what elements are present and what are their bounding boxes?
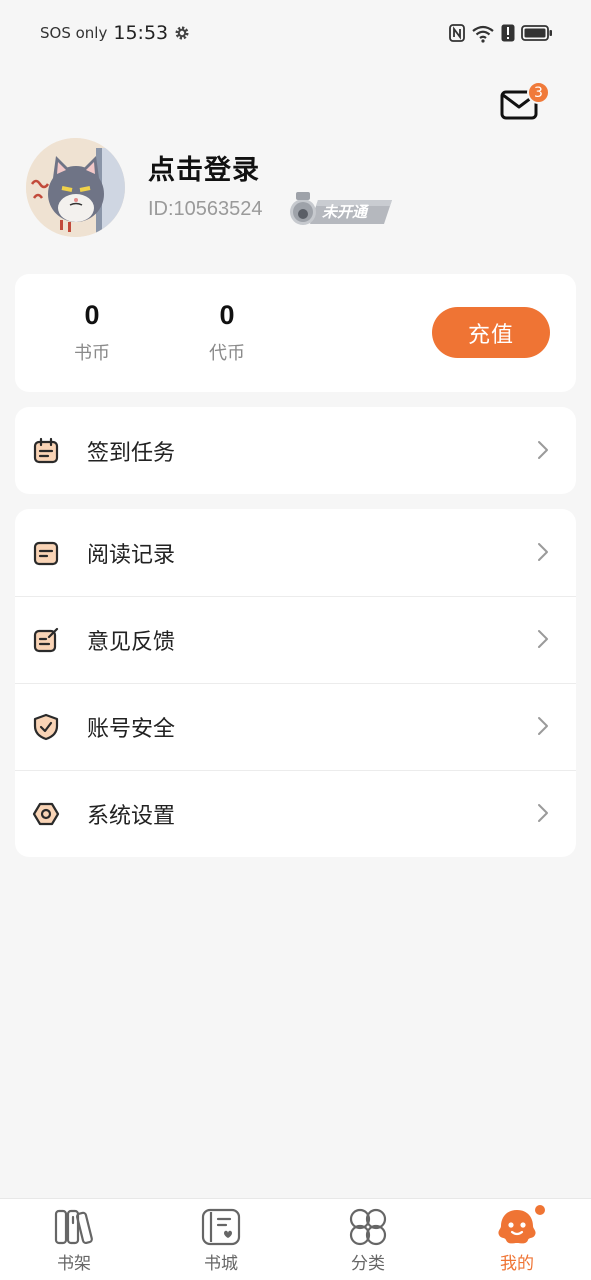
cat-avatar-icon — [26, 138, 125, 237]
menu-item-label: 账号安全 — [87, 717, 176, 742]
feedback-icon — [33, 627, 59, 653]
bookshelf-icon — [54, 1209, 93, 1245]
nav-label: 分类 — [351, 1254, 385, 1274]
wifi-icon — [472, 25, 494, 43]
nav-label: 我的 — [500, 1254, 534, 1274]
book-coins-value: 0 — [84, 300, 100, 330]
menu-item-label: 系统设置 — [87, 804, 176, 829]
nav-label: 书城 — [204, 1254, 238, 1274]
mine-icon — [498, 1210, 536, 1244]
reading-record-icon — [33, 541, 59, 566]
vouchers-label: 代币 — [209, 343, 245, 364]
recharge-button[interactable]: 充值 — [432, 307, 550, 358]
menu-item-account-security[interactable]: 账号安全 — [15, 683, 576, 770]
bottom-nav: 书架 书城 分类 我的 — [0, 1198, 591, 1280]
vip-status-label: 未开通 — [322, 203, 368, 221]
user-id: ID:10563524 — [148, 198, 263, 220]
nav-item-category[interactable]: 分类 — [328, 1207, 408, 1277]
carrier-text: SOS only — [40, 24, 108, 42]
status-bar: SOS only 15:53 — [0, 0, 591, 66]
chevron-right-icon — [538, 717, 548, 735]
status-right — [449, 22, 553, 44]
vouchers-value: 0 — [219, 300, 235, 330]
menu-item-system-settings[interactable]: 系统设置 — [15, 770, 576, 857]
checkin-label: 签到任务 — [87, 441, 176, 466]
login-prompt[interactable]: 点击登录 — [148, 148, 260, 187]
status-left: SOS only 15:53 — [40, 20, 190, 46]
chevron-right-icon — [538, 543, 548, 561]
chevron-right-icon — [538, 441, 548, 459]
clock: 15:53 — [113, 22, 169, 44]
book-coins-label: 书币 — [74, 343, 110, 364]
calendar-icon — [33, 437, 59, 464]
bookstore-icon — [201, 1208, 241, 1246]
signal-alert-icon — [501, 24, 515, 42]
nav-item-mine[interactable]: 我的 — [477, 1207, 557, 1277]
menu-card: 阅读记录 意见反馈 账号安全 系统设置 — [15, 509, 576, 857]
avatar[interactable] — [26, 138, 125, 237]
menu-item-feedback[interactable]: 意见反馈 — [15, 596, 576, 683]
chevron-right-icon — [538, 630, 548, 648]
battery-icon — [521, 25, 552, 41]
menu-item-label: 阅读记录 — [87, 543, 176, 568]
wallet-card: 0 书币 0 代币 充值 — [15, 274, 576, 392]
checkin-card: 签到任务 — [15, 407, 576, 494]
nav-item-bookstore[interactable]: 书城 — [181, 1207, 261, 1277]
vouchers-stat[interactable]: 0 代币 — [187, 300, 267, 365]
mail-badge: 3 — [527, 81, 550, 104]
settings-hex-icon — [32, 802, 60, 826]
notification-dot — [535, 1205, 545, 1215]
gear-icon — [175, 26, 189, 40]
category-icon — [349, 1208, 387, 1246]
nav-item-bookshelf[interactable]: 书架 — [34, 1207, 114, 1277]
nav-label: 书架 — [57, 1254, 91, 1274]
menu-item-label: 意见反馈 — [87, 630, 176, 655]
nfc-icon — [449, 24, 465, 42]
menu-item-reading-record[interactable]: 阅读记录 — [15, 509, 576, 596]
book-coins-stat[interactable]: 0 书币 — [52, 300, 132, 365]
checkin-row[interactable]: 签到任务 — [15, 407, 576, 494]
chevron-right-icon — [538, 804, 548, 822]
shield-check-icon — [33, 713, 59, 741]
